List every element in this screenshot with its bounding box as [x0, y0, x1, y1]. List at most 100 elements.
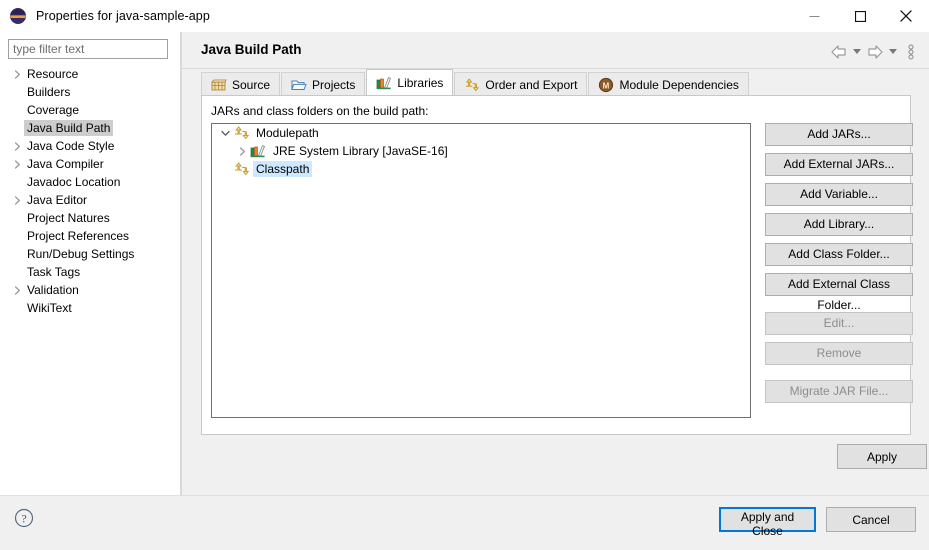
folder-icon	[291, 77, 307, 93]
filter-input[interactable]	[8, 39, 168, 59]
sidebar-item-run-debug-settings[interactable]: Run/Debug Settings	[0, 245, 181, 263]
cancel-button[interactable]: Cancel	[826, 507, 916, 532]
order-arrows-icon	[464, 77, 480, 93]
sidebar-item-label: Java Code Style	[24, 138, 117, 154]
window-title: Properties for java-sample-app	[36, 9, 210, 23]
libraries-tab-panel: JARs and class folders on the build path…	[201, 95, 911, 435]
module-circle-icon: M	[598, 77, 614, 93]
settings-tree: ResourceBuildersCoverageJava Build PathJ…	[0, 65, 181, 317]
tab-order-and-export[interactable]: Order and Export	[454, 72, 587, 96]
build-path-tree-label: Classpath	[253, 161, 312, 177]
tab-label: Order and Export	[485, 78, 577, 92]
sidebar-item-label: Project References	[24, 228, 132, 244]
sidebar-item-project-natures[interactable]: Project Natures	[0, 209, 181, 227]
sidebar-item-java-compiler[interactable]: Java Compiler	[0, 155, 181, 173]
view-menu-icon[interactable]	[901, 42, 921, 62]
close-icon[interactable]	[883, 0, 929, 32]
build-path-tree-label: Modulepath	[253, 125, 322, 141]
tab-label: Projects	[312, 78, 355, 92]
build-path-tree-row[interactable]: Classpath	[212, 160, 750, 178]
build-path-tree-row[interactable]: JRE System Library [JavaSE-16]	[212, 142, 750, 160]
tab-module-dependencies[interactable]: M Module Dependencies	[588, 72, 748, 96]
sidebar-content-divider	[181, 32, 182, 495]
sidebar-item-label: WikiText	[24, 300, 75, 316]
chevron-right-icon[interactable]	[10, 139, 24, 153]
build-path-tree-row[interactable]: Modulepath	[212, 124, 750, 142]
sidebar-item-label: Task Tags	[24, 264, 83, 280]
dialog-footer: ? Apply and Close Cancel	[0, 495, 929, 550]
chevron-right-icon[interactable]	[235, 144, 250, 158]
add-variable-button[interactable]: Add Variable...	[765, 183, 913, 206]
panel-label: JARs and class folders on the build path…	[211, 104, 428, 118]
chevron-right-icon[interactable]	[10, 283, 24, 297]
back-arrow-icon[interactable]	[829, 42, 849, 62]
tab-projects[interactable]: Projects	[281, 72, 365, 96]
window-titlebar: Properties for java-sample-app	[0, 0, 929, 32]
add-library-button[interactable]: Add Library...	[765, 213, 913, 236]
sidebar-item-java-code-style[interactable]: Java Code Style	[0, 137, 181, 155]
sidebar-item-label: Resource	[24, 66, 81, 82]
build-path-action-buttons: Add JARs... Add External JARs... Add Varia…	[765, 123, 913, 410]
sidebar-item-label: Java Editor	[24, 192, 90, 208]
page-nav-toolbar	[829, 42, 921, 62]
build-path-tree[interactable]: Modulepath JRE System Library [JavaSE-16]…	[211, 123, 751, 418]
settings-sidebar: ResourceBuildersCoverageJava Build PathJ…	[0, 32, 181, 495]
books-icon	[250, 143, 266, 159]
sidebar-item-wikitext[interactable]: WikiText	[0, 299, 181, 317]
window-controls	[791, 0, 929, 32]
apply-and-close-button[interactable]: Apply and Close	[719, 507, 816, 532]
build-path-tabstrip: Source Projects Libraries Order and Export M…	[201, 70, 911, 95]
minimize-icon[interactable]	[791, 0, 837, 32]
sidebar-item-javadoc-location[interactable]: Javadoc Location	[0, 173, 181, 191]
remove-button: Remove	[765, 342, 913, 365]
forward-dropdown-chevron-down-icon[interactable]	[887, 42, 899, 62]
svg-text:?: ?	[21, 512, 26, 526]
apply-button[interactable]: Apply	[837, 444, 927, 469]
sidebar-item-label: Project Natures	[24, 210, 113, 226]
add-jars-button[interactable]: Add JARs...	[765, 123, 913, 146]
tab-libraries[interactable]: Libraries	[366, 69, 453, 95]
chevron-down-icon[interactable]	[218, 126, 233, 140]
sidebar-item-label: Validation	[24, 282, 82, 298]
back-dropdown-chevron-down-icon[interactable]	[851, 42, 863, 62]
sidebar-item-label: Builders	[24, 84, 73, 100]
tab-label: Module Dependencies	[619, 78, 738, 92]
sidebar-item-label: Javadoc Location	[24, 174, 123, 190]
sidebar-item-java-editor[interactable]: Java Editor	[0, 191, 181, 209]
chevron-right-icon[interactable]	[10, 157, 24, 171]
eclipse-logo-icon	[9, 7, 27, 25]
help-question-icon[interactable]: ?	[14, 508, 34, 528]
tab-source[interactable]: Source	[201, 72, 280, 96]
sidebar-item-task-tags[interactable]: Task Tags	[0, 263, 181, 281]
settings-content-pane: Java Build Path Sourc	[181, 32, 929, 495]
sidebar-item-label: Coverage	[24, 102, 82, 118]
svg-text:M: M	[603, 81, 610, 90]
chevron-right-icon[interactable]	[10, 67, 24, 81]
migrate-jar-file-button: Migrate JAR File...	[765, 380, 913, 403]
sidebar-item-coverage[interactable]: Coverage	[0, 101, 181, 119]
add-external-class-folder-button[interactable]: Add External Class Folder...	[765, 273, 913, 296]
edit-button: Edit...	[765, 312, 913, 335]
modulepath-icon	[233, 125, 249, 141]
maximize-icon[interactable]	[837, 0, 883, 32]
dialog-body: ResourceBuildersCoverageJava Build PathJ…	[0, 32, 929, 495]
sidebar-item-label: Run/Debug Settings	[24, 246, 137, 262]
page-title: Java Build Path	[201, 42, 302, 57]
build-path-tree-label: JRE System Library [JavaSE-16]	[270, 143, 451, 159]
sidebar-item-java-build-path[interactable]: Java Build Path	[0, 119, 181, 137]
books-icon	[376, 75, 392, 91]
sidebar-item-builders[interactable]: Builders	[0, 83, 181, 101]
add-class-folder-button[interactable]: Add Class Folder...	[765, 243, 913, 266]
chevron-right-icon[interactable]	[10, 193, 24, 207]
forward-arrow-icon[interactable]	[865, 42, 885, 62]
add-external-jars-button[interactable]: Add External JARs...	[765, 153, 913, 176]
title-divider	[181, 68, 929, 69]
package-icon	[211, 77, 227, 93]
tab-label: Libraries	[397, 76, 443, 90]
tab-label: Source	[232, 78, 270, 92]
sidebar-item-resource[interactable]: Resource	[0, 65, 181, 83]
modulepath-icon	[233, 161, 249, 177]
sidebar-item-label: Java Compiler	[24, 156, 107, 172]
sidebar-item-validation[interactable]: Validation	[0, 281, 181, 299]
sidebar-item-project-references[interactable]: Project References	[0, 227, 181, 245]
